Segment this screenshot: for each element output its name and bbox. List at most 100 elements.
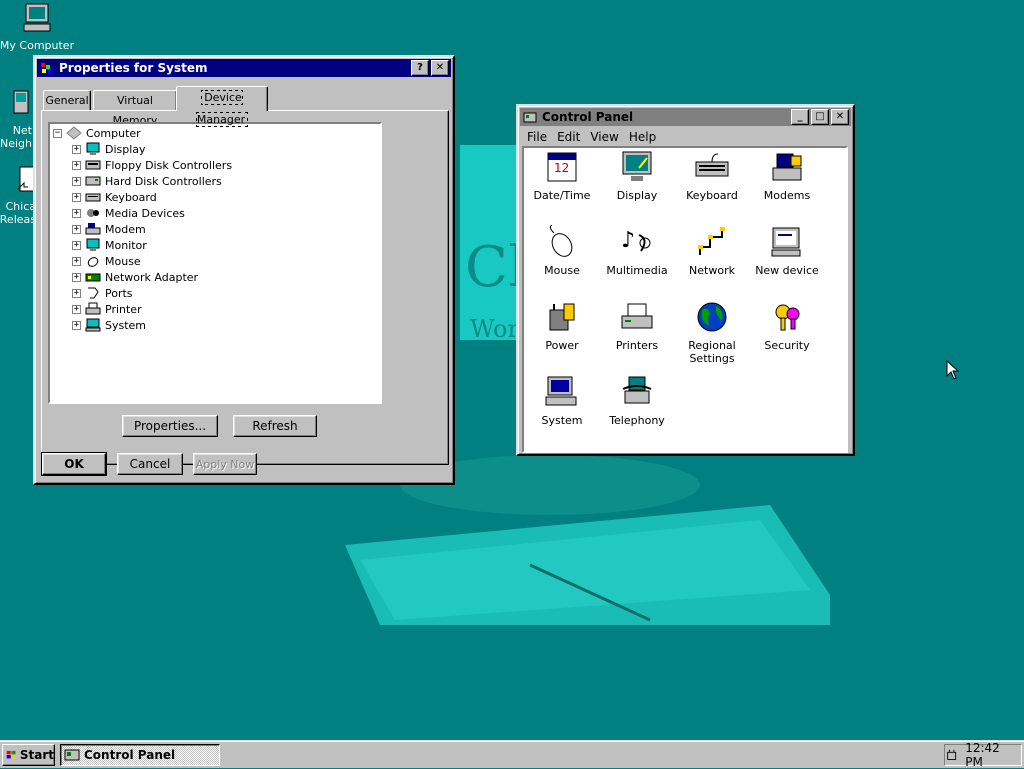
network-icon — [698, 227, 725, 255]
cp-item-display[interactable]: Display — [599, 150, 675, 202]
cp-item-keyboard[interactable]: Keyboard — [674, 150, 750, 202]
tree-label: Keyboard — [105, 190, 157, 204]
tree-item-floppy-disk-controllers[interactable]: + Floppy Disk Controllers — [72, 157, 232, 173]
cp-item-multimedia[interactable]: ♪ Multimedia — [599, 225, 675, 277]
expand-icon[interactable]: + — [72, 208, 81, 218]
expand-icon[interactable]: + — [72, 240, 81, 250]
tree-item-display[interactable]: + Display — [72, 141, 146, 157]
cp-item-mouse[interactable]: Mouse — [524, 224, 600, 277]
tree-item-ports[interactable]: + Ports — [72, 285, 133, 301]
date-time-icon: 12 — [547, 152, 577, 182]
desktop-icon-network-neighborhood[interactable]: Net Neigh — [0, 76, 32, 163]
cp-item-printers[interactable]: Printers — [599, 300, 675, 352]
tree-label: Mouse — [105, 254, 141, 268]
cp-item-new-device[interactable]: New device — [749, 225, 825, 277]
menu-help[interactable]: Help — [624, 128, 661, 146]
keyboard-icon — [695, 153, 729, 177]
title-bar[interactable]: Control Panel _ □ ✕ — [520, 108, 851, 126]
expand-icon[interactable]: + — [72, 176, 81, 186]
expand-icon[interactable]: + — [72, 192, 81, 202]
cp-item-security[interactable]: Security — [749, 300, 825, 352]
desktop-icon-label: Net Neigh — [0, 124, 32, 150]
printer-icon — [85, 302, 101, 315]
taskbar-button-control-panel[interactable]: Control Panel — [60, 744, 220, 766]
help-button[interactable]: ? — [411, 60, 429, 76]
cp-item-label: Regional Settings — [688, 339, 736, 365]
menu-file[interactable]: File — [522, 128, 552, 146]
menu-edit[interactable]: Edit — [552, 128, 585, 146]
floppy-disk-controllers-icon — [85, 160, 101, 170]
close-button[interactable]: ✕ — [431, 60, 449, 76]
keys-icon — [775, 304, 800, 331]
tree-item-mouse[interactable]: + Mouse — [72, 253, 141, 269]
cp-item-label: Power — [545, 339, 579, 352]
tree-item-printer[interactable]: + Printer — [72, 301, 142, 317]
title-bar[interactable]: Properties for System ? ✕ — [37, 59, 451, 77]
new-device-icon — [771, 227, 801, 257]
expand-icon[interactable]: + — [72, 320, 81, 330]
expand-icon[interactable]: + — [72, 224, 81, 234]
tab-virtual-memory[interactable]: Virtual Memory — [93, 90, 177, 127]
expand-icon[interactable]: + — [72, 256, 81, 266]
network-adapter-icon — [85, 273, 101, 282]
ok-button[interactable]: OK — [41, 452, 107, 476]
tree-item-modem[interactable]: + Modem — [72, 221, 146, 237]
ports-icon — [88, 287, 99, 299]
cp-item-power[interactable]: Power — [524, 300, 600, 352]
tree-root-computer[interactable]: − Computer — [53, 125, 141, 141]
mouse-icon — [87, 257, 99, 267]
tree-label: Network Adapter — [105, 270, 199, 284]
cp-item-network[interactable]: Network — [674, 225, 750, 277]
cp-item-modems[interactable]: Modems — [749, 150, 825, 202]
expand-icon[interactable]: + — [72, 304, 81, 314]
device-tree[interactable]: − Computer + Display + Floppy Disk Controll… — [48, 122, 382, 404]
apply-now-button[interactable]: Apply Now — [193, 453, 257, 475]
control-panel-window: Control Panel _ □ ✕ File Edit View Help … — [516, 104, 855, 456]
cp-item-label: Multimedia — [606, 264, 668, 277]
cancel-button[interactable]: Cancel — [117, 453, 183, 475]
refresh-button[interactable]: Refresh — [233, 415, 317, 437]
cp-item-system[interactable]: System — [524, 375, 600, 427]
start-button[interactable]: Start — [2, 744, 55, 766]
cp-item-regional-settings[interactable]: Regional Settings — [674, 300, 750, 365]
tree-item-monitor[interactable]: + Monitor — [72, 237, 147, 253]
task-label: Control Panel — [84, 748, 176, 762]
system-icon — [545, 376, 577, 406]
power-plug-icon[interactable] — [945, 747, 959, 763]
close-button[interactable]: ✕ — [831, 109, 849, 125]
tree-item-media-devices[interactable]: + Media Devices — [72, 205, 185, 221]
tree-item-keyboard[interactable]: + Keyboard — [72, 189, 157, 205]
cp-item-label: Telephony — [609, 414, 665, 427]
tab-label: General — [45, 94, 89, 107]
tab-label: Device Manager — [195, 90, 249, 127]
media-devices-icon — [87, 209, 99, 217]
monitor-icon — [86, 238, 100, 251]
expand-icon[interactable]: + — [72, 288, 81, 298]
maximize-button[interactable]: □ — [811, 109, 829, 125]
tree-item-network-adapter[interactable]: + Network Adapter — [72, 269, 198, 285]
desktop-icon-my-computer[interactable]: My Computer — [0, 2, 76, 52]
desktop-icon-label: My Computer — [0, 39, 75, 52]
expand-icon[interactable]: + — [72, 272, 81, 282]
cp-item-date-time[interactable]: 12 Date/Time — [524, 150, 600, 202]
window-title: Properties for System — [59, 61, 208, 75]
menu-view[interactable]: View — [585, 128, 623, 146]
wallpaper-subtitle: Wor — [470, 315, 519, 343]
tab-general[interactable]: General — [43, 90, 91, 111]
collapse-icon[interactable]: − — [53, 128, 62, 138]
system-properties-icon — [39, 61, 55, 75]
desktop-icon-shortcut[interactable]: Chica Releas — [0, 152, 36, 239]
cp-item-label: Keyboard — [686, 189, 738, 202]
cp-item-telephony[interactable]: Telephony — [599, 375, 675, 427]
display-icon — [622, 151, 652, 181]
tab-device-manager[interactable]: Device Manager — [176, 86, 268, 127]
clock[interactable]: 12:42 PM — [965, 741, 1015, 769]
expand-icon[interactable]: + — [72, 160, 81, 170]
properties-button[interactable]: Properties... — [122, 415, 218, 437]
expand-icon[interactable]: + — [72, 144, 81, 154]
printers-icon — [621, 303, 653, 329]
tree-item-system[interactable]: + System — [72, 317, 146, 333]
tree-item-hard-disk-controllers[interactable]: + Hard Disk Controllers — [72, 173, 222, 189]
control-panel-icon — [522, 110, 538, 124]
minimize-button[interactable]: _ — [791, 109, 809, 125]
